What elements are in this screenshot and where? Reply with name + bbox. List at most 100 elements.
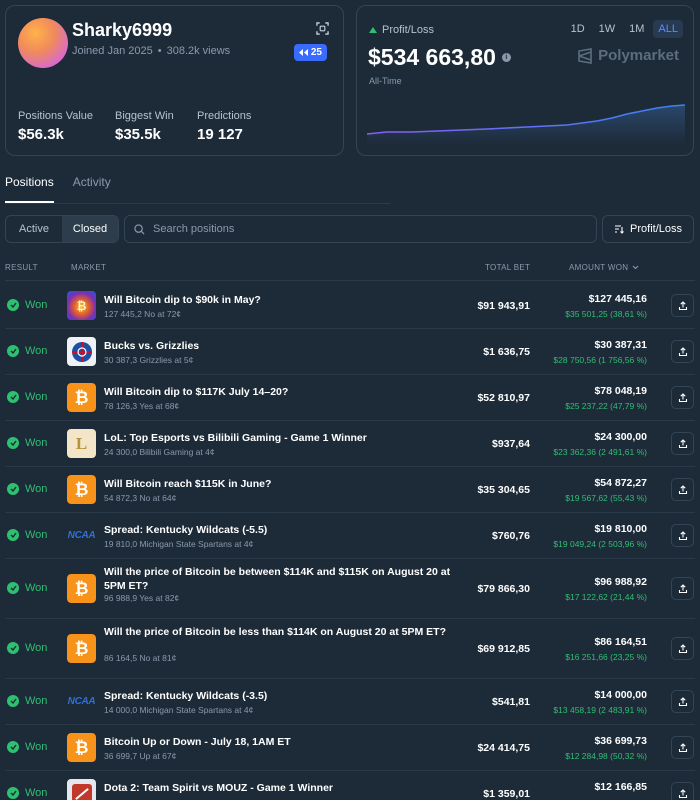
range-1m[interactable]: 1M xyxy=(624,20,649,38)
total-bet: $1 636,75 xyxy=(483,346,530,358)
market-title[interactable]: LoL: Top Esports vs Bilibili Gaming - Ga… xyxy=(104,431,454,445)
market-title[interactable]: Will the price of Bitcoin be between $11… xyxy=(104,565,454,593)
check-icon xyxy=(7,787,19,799)
amount-won: $24 300,00 xyxy=(594,431,647,443)
search-input[interactable] xyxy=(153,223,573,235)
result-label: Won xyxy=(25,437,48,449)
market-title[interactable]: Bucks vs. Grizzlies xyxy=(104,339,454,353)
market-title[interactable]: Spread: Kentucky Wildcats (-3.5) xyxy=(104,689,454,703)
avatar[interactable] xyxy=(18,18,68,68)
pnl-sparkline xyxy=(367,104,685,144)
bitcoin-art-icon: ₿ xyxy=(67,291,96,320)
pnl-label: Profit/Loss xyxy=(369,24,434,36)
sort-button[interactable]: Profit/Loss xyxy=(602,215,694,243)
table-row[interactable]: Won ₿ Will Bitcoin dip to $90k in May? 127 … xyxy=(5,283,695,329)
market-title[interactable]: Spread: Kentucky Wildcats (-5.5) xyxy=(104,523,454,537)
closed-filter-button[interactable]: Closed xyxy=(62,216,118,242)
market-position: 30 387,3 Grizzlies at 5¢ xyxy=(104,355,194,365)
header-total-bet[interactable]: TOTAL BET xyxy=(485,263,530,272)
result-label: Won xyxy=(25,642,48,654)
sort-icon xyxy=(615,225,624,234)
share-icon xyxy=(678,300,687,310)
table-row[interactable]: Won NCAA Spread: Kentucky Wildcats (-5.5) 1… xyxy=(5,513,695,559)
share-button[interactable] xyxy=(671,736,694,759)
header-amount-won[interactable]: AMOUNT WON xyxy=(569,263,639,272)
pnl-amount: $534 663,80 xyxy=(368,44,496,70)
table-row[interactable]: Won ₿ Will Bitcoin reach $115K in June? 54 … xyxy=(5,467,695,513)
profit-gain: $13 458,19 (2 483,91 %) xyxy=(553,705,647,715)
bitcoin-icon: ₿ xyxy=(67,475,96,504)
share-button[interactable] xyxy=(671,690,694,713)
market-title[interactable]: Bitcoin Up or Down - July 18, 1AM ET xyxy=(104,735,454,749)
scan-icon[interactable] xyxy=(316,22,329,35)
profit-gain: $19 567,62 (55,43 %) xyxy=(565,493,647,503)
share-button[interactable] xyxy=(671,432,694,455)
share-button[interactable] xyxy=(671,577,694,600)
result-label: Won xyxy=(25,695,48,707)
table-row[interactable]: Won NCAA Spread: Kentucky Wildcats (-3.5) 1… xyxy=(5,679,695,725)
check-icon xyxy=(7,529,19,541)
stat-label: Predictions xyxy=(197,110,252,122)
result-cell: Won xyxy=(7,437,47,449)
joined-date: Joined Jan 2025 xyxy=(72,45,153,57)
header-market[interactable]: MARKET xyxy=(71,263,106,272)
range-all[interactable]: ALL xyxy=(653,20,683,38)
bitcoin-icon: ₿ xyxy=(67,383,96,412)
range-1d[interactable]: 1D xyxy=(566,20,590,38)
table-row[interactable]: Won Dota 2: Team Spirit vs MOUZ - Game 1 … xyxy=(5,771,695,800)
tab-activity[interactable]: Activity xyxy=(73,175,111,203)
header-divider xyxy=(5,280,695,281)
result-cell: Won xyxy=(7,483,47,495)
market-title[interactable]: Dota 2: Team Spirit vs MOUZ - Game 1 Win… xyxy=(104,781,454,795)
table-row[interactable]: Won ₿ Will the price of Bitcoin be less th… xyxy=(5,619,695,679)
result-label: Won xyxy=(25,483,48,495)
pnl-label-text: Profit/Loss xyxy=(382,24,434,36)
amount-won: $127 445,16 xyxy=(588,293,647,305)
lol-icon: L xyxy=(67,429,96,458)
separator-dot: • xyxy=(157,45,162,57)
share-icon xyxy=(678,484,687,494)
pnl-value: $534 663,80 i xyxy=(368,44,511,71)
total-bet: $24 414,75 xyxy=(477,742,530,754)
amount-won: $54 872,27 xyxy=(594,477,647,489)
check-icon xyxy=(7,437,19,449)
result-cell: Won xyxy=(7,345,47,357)
check-icon xyxy=(7,695,19,707)
table-row[interactable]: Won ₿ Will the price of Bitcoin be between… xyxy=(5,559,695,619)
result-label: Won xyxy=(25,345,48,357)
share-icon xyxy=(678,583,687,593)
search-icon xyxy=(134,223,145,235)
range-1w[interactable]: 1W xyxy=(594,20,621,38)
tabs-divider xyxy=(5,203,390,204)
tab-positions[interactable]: Positions xyxy=(5,175,54,203)
table-row[interactable]: Won ₿ Bitcoin Up or Down - July 18, 1AM ET… xyxy=(5,725,695,771)
share-button[interactable] xyxy=(671,524,694,547)
share-button[interactable] xyxy=(671,478,694,501)
profit-gain: $19 049,24 (2 503,96 %) xyxy=(553,539,647,549)
active-filter-button[interactable]: Active xyxy=(6,216,62,242)
market-title[interactable]: Will the price of Bitcoin be less than $… xyxy=(104,625,454,639)
share-button[interactable] xyxy=(671,386,694,409)
search-box xyxy=(124,215,597,243)
market-title[interactable]: Will Bitcoin reach $115K in June? xyxy=(104,477,454,491)
amount-won: $78 048,19 xyxy=(594,385,647,397)
amount-won: $14 000,00 xyxy=(594,689,647,701)
share-button[interactable] xyxy=(671,294,694,317)
rank-badge[interactable]: 25 xyxy=(293,44,327,61)
result-label: Won xyxy=(25,299,48,311)
share-button[interactable] xyxy=(671,340,694,363)
table-row[interactable]: Won ₿ Will Bitcoin dip to $117K July 14–20… xyxy=(5,375,695,421)
market-title[interactable]: Will Bitcoin dip to $90k in May? xyxy=(104,293,454,307)
share-button[interactable] xyxy=(671,782,694,800)
brand-name: Polymarket xyxy=(598,47,679,64)
table-row[interactable]: Won Bucks vs. Grizzlies 30 387,3 Grizzlies… xyxy=(5,329,695,375)
info-icon[interactable]: i xyxy=(501,53,511,62)
result-cell: Won xyxy=(7,391,47,403)
header-result[interactable]: RESULT xyxy=(5,263,38,272)
market-title[interactable]: Will Bitcoin dip to $117K July 14–20? xyxy=(104,385,454,399)
result-label: Won xyxy=(25,741,48,753)
share-button[interactable] xyxy=(671,637,694,660)
table-row[interactable]: Won L LoL: Top Esports vs Bilibili Gaming … xyxy=(5,421,695,467)
check-icon xyxy=(7,483,19,495)
result-cell: Won xyxy=(7,299,47,311)
